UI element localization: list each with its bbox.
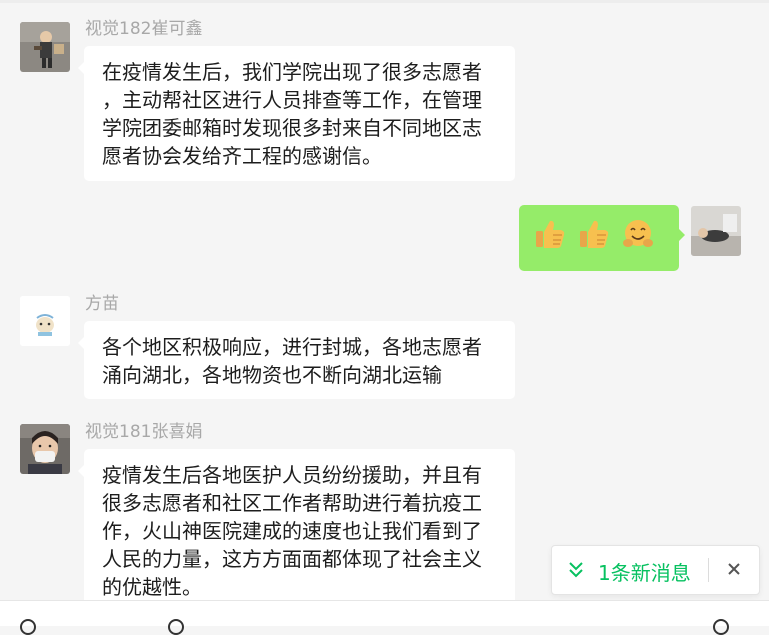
message-bubble[interactable]: 在疫情发生后，我们学院出现了很多志愿者 ，主动帮社区进行人员排查等工作，在管理 … (78, 46, 515, 181)
divider (708, 558, 709, 582)
message-bubble[interactable]: 各个地区积极响应，进行封城，各地志愿者 涌向湖北，各地物资也不断向湖北运输 (78, 321, 515, 399)
message-bubble[interactable]: 疫情发生后各地医护人员纷纷援助，并且有 很多志愿者和社区工作者帮助进行着抗疫工 … (78, 449, 515, 600)
emoji-icon[interactable] (20, 619, 36, 635)
input-toolbar (0, 600, 769, 635)
chat-area[interactable]: 视觉182崔可鑫 在疫情发生后，我们学院出现了很多志愿者 ，主动帮社区进行人员排… (0, 0, 769, 600)
new-message-label[interactable]: 1条新消息 (598, 557, 691, 586)
avatar[interactable] (20, 22, 70, 72)
close-icon[interactable] (727, 562, 741, 576)
avatar[interactable] (20, 296, 70, 346)
sender-name: 方苗 (85, 294, 119, 314)
voice-icon[interactable] (168, 619, 184, 635)
avatar-self[interactable] (691, 206, 741, 256)
sender-name: 视觉181张喜娟 (85, 422, 203, 442)
avatar[interactable] (20, 424, 70, 474)
message-bubble-mine[interactable] (519, 205, 685, 271)
top-divider (0, 0, 769, 3)
more-icon[interactable] (713, 619, 729, 635)
thumbs-up-emoji (536, 220, 565, 248)
sender-name: 视觉182崔可鑫 (85, 19, 203, 39)
new-message-notice[interactable]: 1条新消息 (551, 545, 760, 595)
thumbs-up-emoji (580, 220, 609, 248)
hug-emoji (623, 220, 653, 247)
double-chevron-down-icon (569, 562, 583, 578)
